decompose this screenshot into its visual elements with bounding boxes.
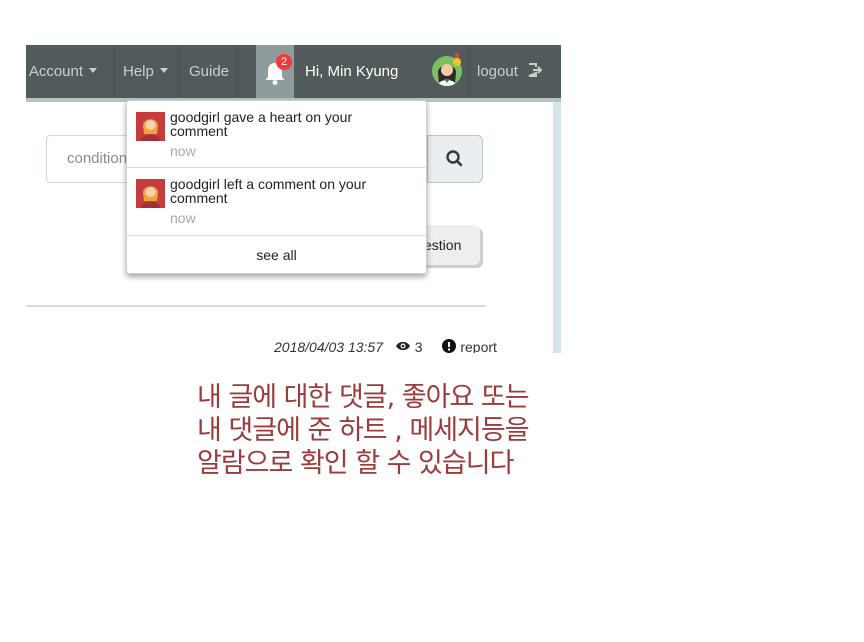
post-meta: 2018/04/03 13:57 3 report (274, 339, 497, 353)
chevron-down-icon (89, 67, 98, 73)
medal-icon (452, 53, 462, 67)
notification-time: now (170, 143, 196, 159)
alert-icon (442, 339, 457, 353)
divider (127, 235, 426, 236)
ask-question-label: estion (424, 237, 462, 253)
user-greeting[interactable]: Hi, Min Kyung (305, 45, 398, 98)
eye-icon (395, 341, 410, 351)
post-date: 2018/04/03 13:57 (274, 339, 383, 353)
guide-link[interactable]: Guide (189, 45, 229, 98)
notification-text: goodgirl gave a heart on your comment (170, 109, 353, 139)
nav-divider (236, 45, 237, 98)
notification-text: goodgirl left a comment on your comment (170, 176, 367, 206)
scrollbar[interactable] (553, 102, 561, 353)
user-avatar-icon (141, 119, 160, 141)
search-icon (446, 150, 463, 167)
my-account-label: y Account (26, 63, 84, 80)
caption-line: 알람으로 확인 할 수 있습니다 (197, 448, 514, 479)
caption-line: 내 댓글에 준 하트 , 메세지등을 (197, 415, 530, 446)
user-avatar-icon (141, 186, 160, 208)
notification-item[interactable]: goodgirl gave a heart on your comment no… (127, 101, 426, 167)
notification-avatar (136, 112, 165, 141)
nav-divider (114, 45, 115, 98)
nav-divider (179, 45, 180, 98)
caption-text: 내 글에 대한 댓글, 좋아요 또는 내 댓글에 준 하트 , 메세지등을 알람… (197, 381, 617, 480)
bell-icon (265, 63, 285, 85)
caption-line: 내 글에 대한 댓글, 좋아요 또는 (197, 382, 530, 413)
notifications-dropdown: goodgirl gave a heart on your comment no… (126, 100, 427, 274)
notification-count-badge: 2 (276, 54, 292, 70)
notifications-button[interactable]: 2 (256, 45, 294, 98)
search-input[interactable]: condition (67, 136, 127, 182)
my-account-menu[interactable]: y Account (26, 45, 98, 98)
view-count: 3 (414, 339, 423, 353)
help-menu[interactable]: Help (123, 45, 168, 98)
notification-item[interactable]: goodgirl left a comment on your comment … (127, 168, 426, 234)
nav-divider (468, 45, 469, 98)
report-label: report (460, 339, 497, 353)
notification-avatar (136, 179, 165, 208)
help-label: Help (123, 63, 154, 80)
divider (26, 305, 486, 307)
logout-icon (528, 63, 543, 78)
report-link[interactable]: report (442, 339, 497, 353)
chevron-down-icon (159, 67, 168, 73)
see-all-link[interactable]: see all (127, 247, 426, 263)
logout-link[interactable]: logout (477, 45, 543, 98)
logout-label: logout (477, 63, 518, 80)
notification-time: now (170, 210, 196, 226)
top-navbar: y Account Help Guide 2 Hi, Min Kyung (26, 45, 561, 102)
search-button[interactable] (427, 135, 483, 183)
